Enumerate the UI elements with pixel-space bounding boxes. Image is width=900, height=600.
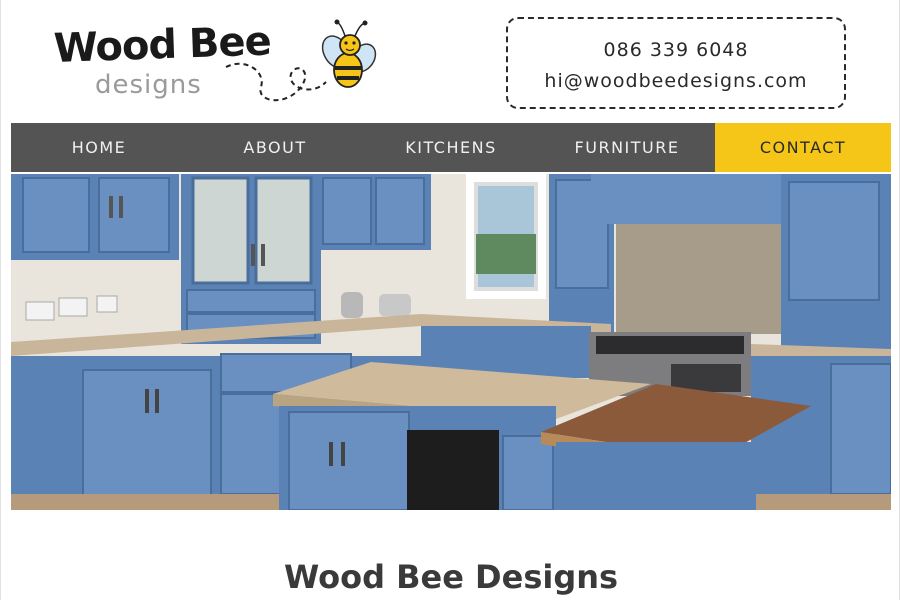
- page-title: Wood Bee Designs: [283, 558, 619, 596]
- nav-item-kitchens[interactable]: KITCHENS: [363, 123, 539, 172]
- contact-box: 086 339 6048 hi@woodbeedesigns.com: [506, 17, 846, 109]
- hero-image: [11, 174, 891, 510]
- logo-subtitle: designs: [95, 70, 202, 100]
- nav-item-home[interactable]: HOME: [11, 123, 187, 172]
- content-column: Wood Bee designs 086 339 6048 hi@woodbee…: [0, 0, 900, 600]
- contact-phone[interactable]: 086 339 6048: [508, 39, 844, 61]
- page: Wood Bee designs 086 339 6048 hi@woodbee…: [0, 0, 900, 600]
- logo-title: Wood Bee: [53, 18, 272, 72]
- nav-item-contact[interactable]: CONTACT: [715, 123, 891, 172]
- contact-email[interactable]: hi@woodbeedesigns.com: [508, 70, 844, 92]
- nav-item-furniture[interactable]: FURNITURE: [539, 123, 715, 172]
- nav-item-about[interactable]: ABOUT: [187, 123, 363, 172]
- main-nav: HOME ABOUT KITCHENS FURNITURE CONTACT: [11, 123, 891, 172]
- kitchen-photo: [11, 174, 891, 510]
- site-logo[interactable]: Wood Bee designs: [51, 12, 391, 112]
